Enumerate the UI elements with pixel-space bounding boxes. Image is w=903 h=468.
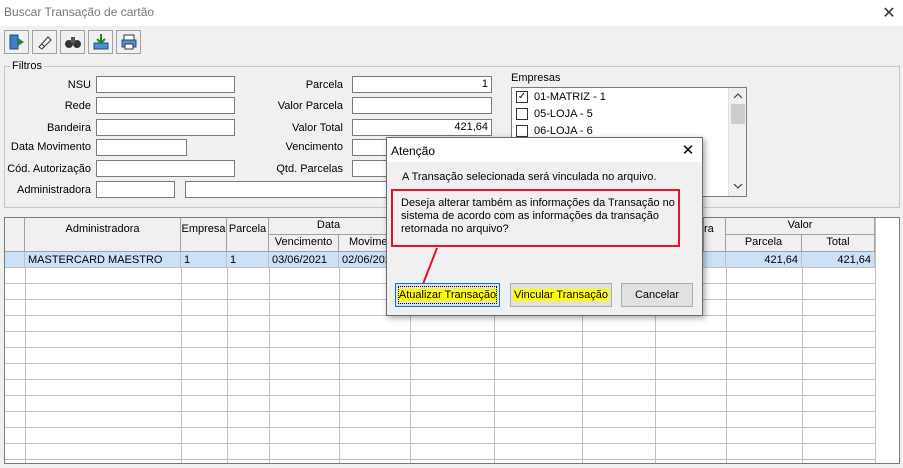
administradora-label: Administradora	[17, 184, 91, 196]
cod-autorizacao-field[interactable]	[96, 160, 235, 177]
grid-corner	[5, 218, 25, 252]
search-button[interactable]	[60, 30, 85, 54]
clear-button[interactable]	[32, 30, 57, 54]
bandeira-label: Bandeira	[46, 122, 91, 134]
table-cell-vencimento[interactable]: 03/06/2021	[269, 252, 339, 268]
empresa-item[interactable]: ✓ 01-MATRIZ - 1	[512, 88, 746, 105]
empresa-item-label: 01-MATRIZ - 1	[534, 90, 606, 103]
grid-col-line	[25, 268, 26, 463]
valor-parcela-field[interactable]	[352, 97, 492, 114]
empresa-item-label: 06-LOJA - 6	[534, 124, 593, 137]
vincular-transacao-button[interactable]: Vincular Transação	[510, 283, 612, 307]
header-valor-total[interactable]: Total	[802, 235, 875, 252]
row-indicator[interactable]	[5, 252, 25, 268]
annotation-arrow	[422, 247, 438, 285]
header-valor-group: Valor	[726, 218, 875, 235]
grid-col-line	[181, 268, 182, 463]
empresas-scrollbar[interactable]	[728, 88, 746, 196]
scroll-down-icon[interactable]	[733, 182, 743, 190]
vincular-transacao-label: Vincular Transação	[513, 289, 609, 301]
scroll-up-icon[interactable]	[733, 92, 743, 100]
parcela-field[interactable]: 1	[352, 76, 492, 93]
nsu-field[interactable]	[96, 76, 235, 93]
header-ra-partial: ra	[704, 218, 726, 252]
cod-autorizacao-label: Cód. Autorização	[7, 163, 91, 175]
header-valor-parcela[interactable]: Parcela	[726, 235, 802, 252]
grid-col-line	[269, 268, 270, 463]
table-cell-administradora[interactable]: MASTERCARD MAESTRO	[25, 252, 181, 268]
window-title: Buscar Transação de cartão	[4, 5, 155, 19]
administradora-name-field[interactable]	[185, 181, 390, 198]
header-data-group: Data	[269, 218, 389, 235]
scroll-thumb[interactable]	[731, 104, 745, 124]
dialog-close-icon[interactable]: ✕	[679, 141, 697, 159]
checkbox-checked-icon[interactable]: ✓	[516, 90, 528, 103]
table-cell-empresa[interactable]: 1	[181, 252, 227, 268]
import-button[interactable]	[88, 30, 113, 54]
atualizar-transacao-label: Atualizar Transação	[397, 289, 498, 301]
cancelar-button[interactable]: Cancelar	[621, 283, 693, 307]
import-icon	[93, 34, 108, 50]
cancelar-label: Cancelar	[634, 289, 680, 301]
binoculars-icon	[64, 37, 81, 48]
grid-col-line	[802, 268, 803, 463]
window-close-icon[interactable]: ✕	[880, 3, 898, 22]
rede-label: Rede	[64, 100, 91, 112]
table-cell-valor-parcela[interactable]: 421,64	[726, 252, 802, 268]
vencimento-label: Vencimento	[285, 141, 343, 153]
print-button[interactable]	[116, 30, 141, 54]
header-administradora[interactable]: Administradora	[25, 218, 181, 252]
rede-field[interactable]	[96, 97, 235, 114]
header-parcela[interactable]: Parcela	[227, 218, 269, 252]
empresas-label: Empresas	[511, 72, 561, 84]
empresa-item-label: 05-LOJA - 5	[534, 107, 593, 120]
administradora-code-field[interactable]	[96, 181, 175, 198]
valor-total-field[interactable]: 421,64	[352, 119, 492, 136]
grid-col-line	[726, 268, 727, 463]
data-movimento-field[interactable]	[96, 139, 187, 156]
dialog-title: Atenção	[391, 144, 436, 158]
empresa-item[interactable]: 05-LOJA - 5	[512, 105, 746, 122]
table-cell-valor-total[interactable]: 421,64	[802, 252, 875, 268]
bandeira-field[interactable]	[96, 119, 235, 136]
checkbox-icon[interactable]	[516, 107, 528, 120]
valor-parcela-label: Valor Parcela	[277, 100, 343, 112]
qtd-parcelas-label: Qtd. Parcelas	[276, 163, 343, 175]
checkbox-icon[interactable]	[516, 124, 528, 137]
grid-col-line	[227, 268, 228, 463]
exit-button[interactable]	[4, 30, 29, 54]
exit-icon	[9, 34, 24, 50]
filters-legend: Filtros	[10, 60, 44, 72]
grid-col-line	[875, 218, 876, 463]
dialog-question: Deseja alterar também as informações da …	[401, 197, 675, 235]
printer-icon	[121, 34, 136, 50]
valor-total-label: Valor Total	[292, 122, 343, 134]
atualizar-transacao-button[interactable]: Atualizar Transação	[395, 283, 500, 307]
header-movimento[interactable]: Movimento	[339, 235, 389, 252]
header-empresa[interactable]: Empresa	[181, 218, 227, 252]
dialog-message: A Transação selecionada será vinculada n…	[402, 171, 657, 183]
title-bar: Buscar Transação de cartão ✕	[0, 0, 903, 26]
data-movimento-label: Data Movimento	[10, 141, 91, 153]
nsu-label: NSU	[67, 79, 91, 91]
eraser-icon	[37, 36, 52, 50]
table-cell-parcela[interactable]: 1	[227, 252, 269, 268]
table-cell-movimento[interactable]: 02/06/2021	[339, 252, 389, 268]
dialog-title-bar: Atenção ✕	[387, 138, 702, 162]
grid-col-line	[339, 268, 340, 463]
header-vencimento[interactable]: Vencimento	[269, 235, 339, 252]
confirmation-dialog: Atenção ✕ A Transação selecionada será v…	[386, 137, 703, 316]
parcela-label: Parcela	[305, 79, 343, 91]
